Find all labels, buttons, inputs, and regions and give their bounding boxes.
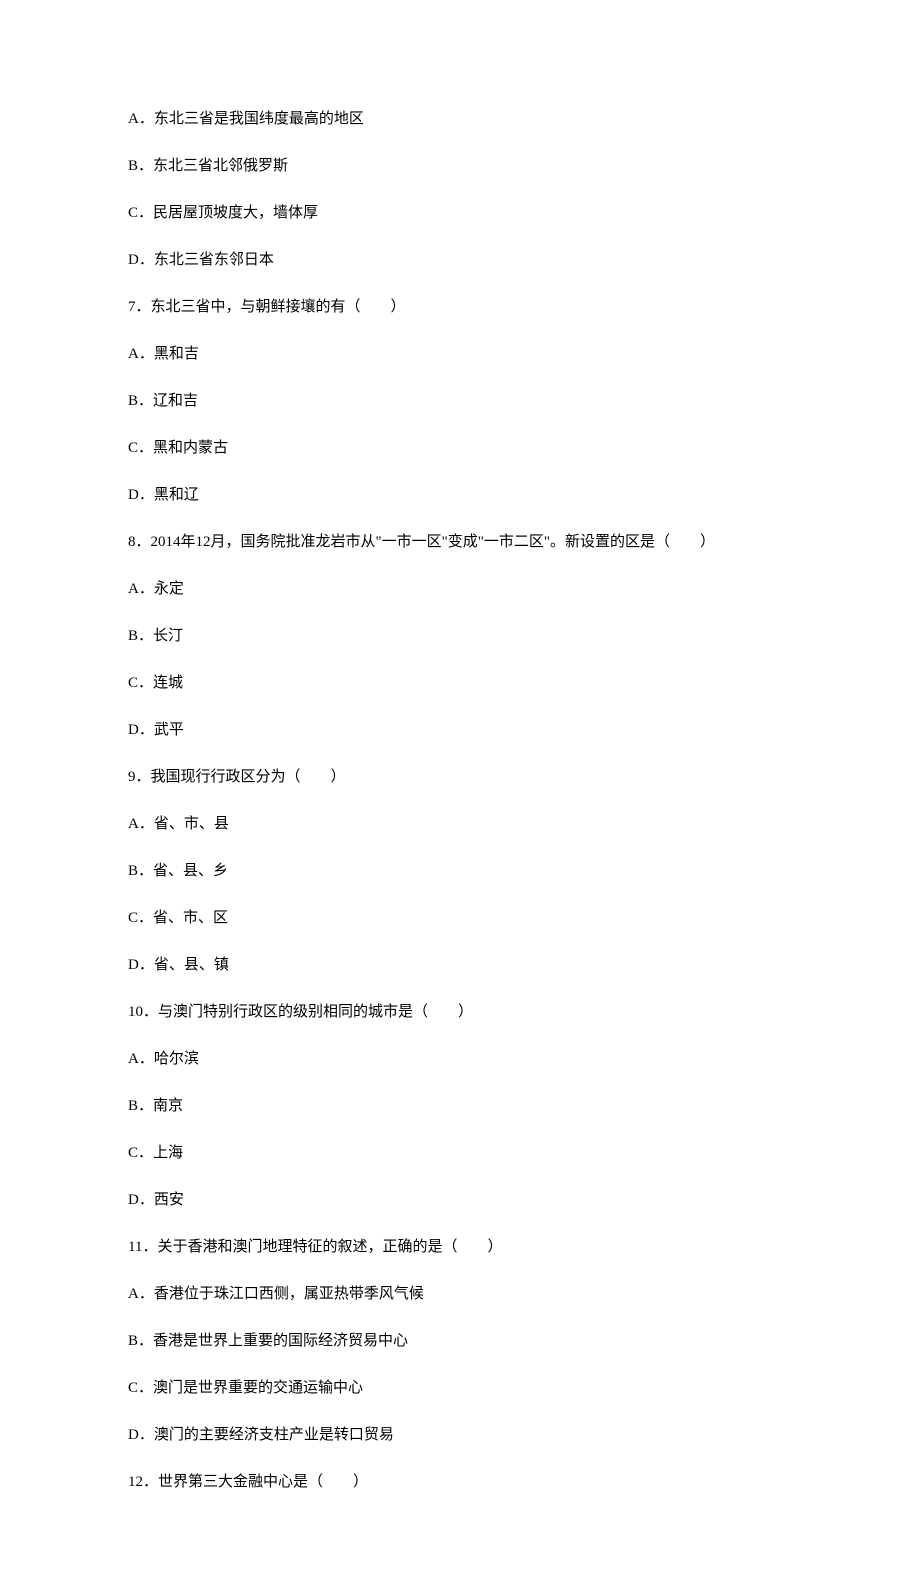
option-d-q6: D．东北三省东邻日本 (128, 249, 800, 272)
question-9: 9．我国现行行政区分为（ ） (128, 766, 800, 789)
option-c-q6: C．民居屋顶坡度大，墙体厚 (128, 202, 800, 225)
option-c-q10: C．上海 (128, 1142, 800, 1165)
option-d-q8: D．武平 (128, 719, 800, 742)
option-d-q9: D．省、县、镇 (128, 954, 800, 977)
option-c-q11: C．澳门是世界重要的交通运输中心 (128, 1377, 800, 1400)
option-c-q8: C．连城 (128, 672, 800, 695)
option-a-q9: A．省、市、县 (128, 813, 800, 836)
option-a-q6: A．东北三省是我国纬度最高的地区 (128, 108, 800, 131)
option-d-q11: D．澳门的主要经济支柱产业是转口贸易 (128, 1424, 800, 1447)
option-a-q8: A．永定 (128, 578, 800, 601)
option-d-q10: D．西安 (128, 1189, 800, 1212)
question-11: 11．关于香港和澳门地理特征的叙述，正确的是（ ） (128, 1236, 800, 1259)
question-10: 10．与澳门特别行政区的级别相同的城市是（ ） (128, 1001, 800, 1024)
question-7: 7．东北三省中，与朝鲜接壤的有（ ） (128, 296, 800, 319)
option-b-q10: B．南京 (128, 1095, 800, 1118)
option-d-q7: D．黑和辽 (128, 484, 800, 507)
option-c-q9: C．省、市、区 (128, 907, 800, 930)
option-b-q11: B．香港是世界上重要的国际经济贸易中心 (128, 1330, 800, 1353)
question-12: 12．世界第三大金融中心是（ ） (128, 1471, 800, 1494)
question-8: 8．2014年12月，国务院批准龙岩市从"一市一区"变成"一市二区"。新设置的区… (128, 531, 800, 554)
option-b-q9: B．省、县、乡 (128, 860, 800, 883)
option-b-q7: B．辽和吉 (128, 390, 800, 413)
option-a-q11: A．香港位于珠江口西侧，属亚热带季风气候 (128, 1283, 800, 1306)
option-b-q6: B．东北三省北邻俄罗斯 (128, 155, 800, 178)
option-a-q7: A．黑和吉 (128, 343, 800, 366)
option-b-q8: B．长汀 (128, 625, 800, 648)
option-a-q10: A．哈尔滨 (128, 1048, 800, 1071)
document-page: A．东北三省是我国纬度最高的地区 B．东北三省北邻俄罗斯 C．民居屋顶坡度大，墙… (0, 0, 920, 1574)
option-c-q7: C．黑和内蒙古 (128, 437, 800, 460)
